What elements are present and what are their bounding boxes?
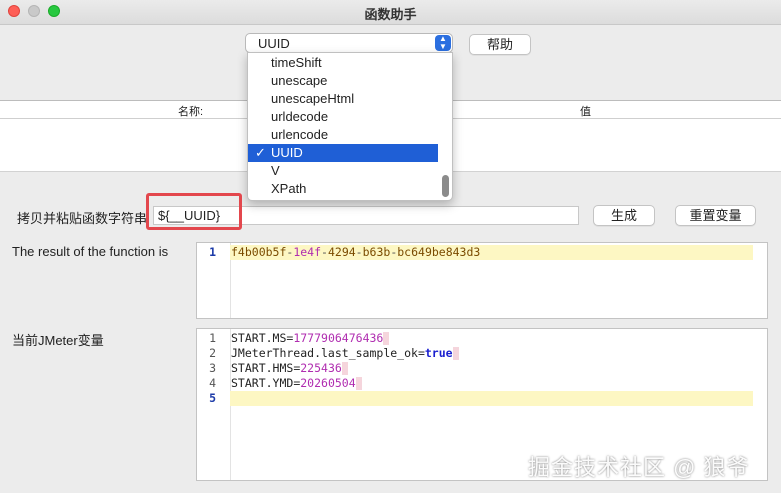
equals-sign: = bbox=[417, 346, 425, 360]
title-bar: 函数助手 bbox=[0, 0, 781, 25]
line-number: 1 bbox=[209, 245, 216, 259]
updown-arrows-icon: ▲ ▼ bbox=[435, 35, 451, 51]
uuid-segment: 1e4f bbox=[293, 245, 322, 259]
window-title: 函数助手 bbox=[364, 7, 417, 22]
variable-line: START.HMS=225436 bbox=[230, 361, 753, 376]
variable-value: true bbox=[424, 346, 453, 360]
uuid-dash: - bbox=[321, 245, 328, 259]
dropdown-item[interactable]: urldecode bbox=[248, 108, 438, 126]
variable-line: START.YMD=20260504 bbox=[230, 376, 753, 391]
line-number: 1 bbox=[209, 331, 216, 345]
reset-variables-button[interactable]: 重置变量 bbox=[675, 205, 756, 226]
line-number: 4 bbox=[209, 376, 216, 390]
dropdown-scrollbar-thumb[interactable] bbox=[442, 175, 449, 197]
column-header-value: 值 bbox=[580, 106, 591, 118]
function-select-value: UUID bbox=[258, 36, 290, 51]
line-number-gutter: 1 2 3 4 5 bbox=[197, 329, 231, 480]
line-number: 2 bbox=[209, 346, 216, 360]
highlight-annotation-box bbox=[146, 193, 242, 230]
dropdown-item-selected[interactable]: ✓ UUID bbox=[248, 144, 438, 162]
variable-key: START.YMD bbox=[231, 376, 294, 390]
uuid-segment: f4b00b5f bbox=[231, 245, 287, 259]
function-select[interactable]: UUID ▲ ▼ bbox=[245, 33, 453, 53]
copy-paste-label: 拷贝并粘贴函数字符串 bbox=[17, 211, 148, 226]
dropdown-item[interactable]: V bbox=[248, 162, 438, 180]
variables-label: 当前JMeter变量 bbox=[12, 333, 104, 348]
trailing-space-marker bbox=[383, 332, 390, 345]
dropdown-item[interactable]: urlencode bbox=[248, 126, 438, 144]
uuid-segment: b63b bbox=[362, 245, 391, 259]
uuid-segment: 4294 bbox=[327, 245, 356, 259]
dropdown-item[interactable]: timeShift bbox=[248, 54, 438, 72]
variable-line: START.MS=1777906476436 bbox=[230, 331, 753, 346]
result-line: f4b00b5f-1e4f-4294-b63b-bc649be843d3 bbox=[230, 245, 753, 260]
dropdown-item[interactable]: unescapeHtml bbox=[248, 90, 438, 108]
help-button[interactable]: 帮助 bbox=[469, 34, 531, 55]
line-number: 5 bbox=[209, 391, 216, 405]
dropdown-item-label: UUID bbox=[271, 145, 303, 160]
dropdown-item[interactable]: unescape bbox=[248, 72, 438, 90]
variable-value: 1777906476436 bbox=[293, 331, 384, 345]
variable-line: JMeterThread.last_sample_ok=true bbox=[230, 346, 753, 361]
uuid-segment: bc649be843d3 bbox=[397, 245, 481, 259]
trailing-space-marker bbox=[355, 377, 362, 390]
trailing-space-marker bbox=[452, 347, 459, 360]
dropdown-item[interactable]: XPath bbox=[248, 180, 438, 198]
line-number: 3 bbox=[209, 361, 216, 375]
generate-button[interactable]: 生成 bbox=[593, 205, 655, 226]
variable-value: 225436 bbox=[300, 361, 342, 375]
line-number-gutter: 1 bbox=[197, 243, 231, 318]
variable-key: JMeterThread.last_sample_ok bbox=[231, 346, 418, 360]
variable-line-current bbox=[230, 391, 753, 406]
result-label: The result of the function is bbox=[12, 244, 169, 259]
trailing-space-marker bbox=[341, 362, 348, 375]
variable-key: START.MS bbox=[231, 331, 287, 345]
uuid-dash: - bbox=[355, 245, 363, 259]
function-dropdown-list[interactable]: timeShift unescape unescapeHtml urldecod… bbox=[247, 52, 453, 201]
result-editor[interactable]: 1 f4b00b5f-1e4f-4294-b63b-bc649be843d3 bbox=[196, 242, 768, 319]
watermark-text: 掘金技术社区 @ 狼爷 bbox=[528, 455, 750, 480]
variable-value: 20260504 bbox=[300, 376, 356, 390]
variable-key: START.HMS bbox=[231, 361, 294, 375]
column-header-name: 名称: bbox=[178, 106, 204, 118]
checkmark-icon: ✓ bbox=[255, 145, 266, 160]
